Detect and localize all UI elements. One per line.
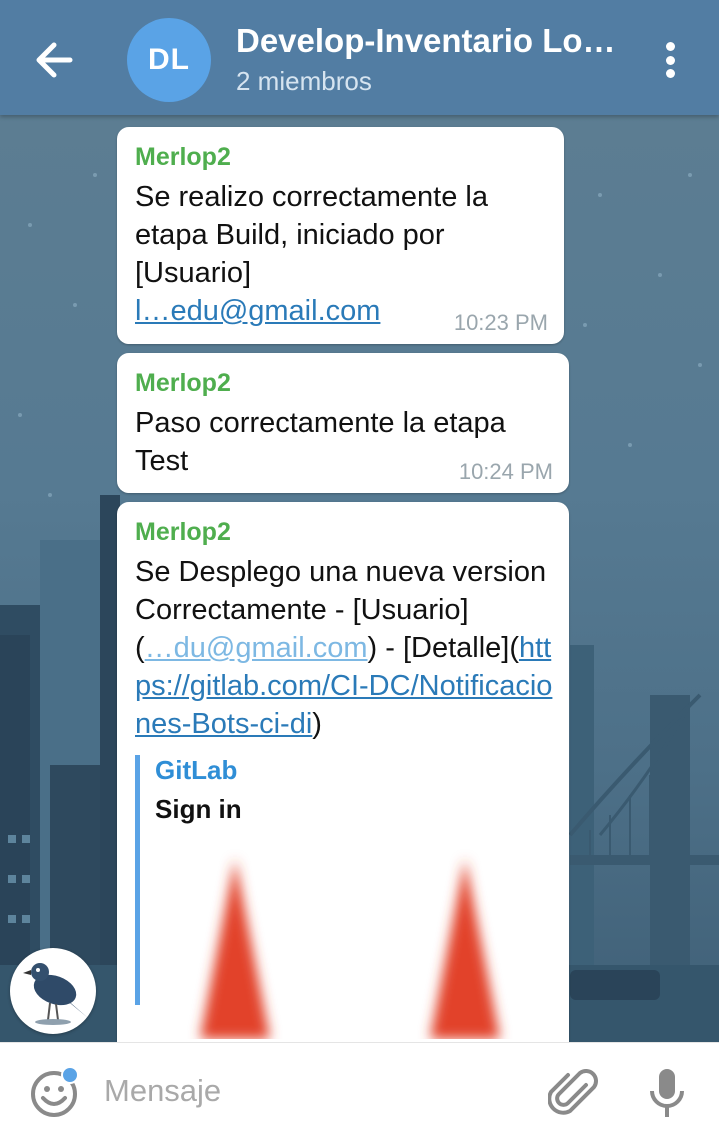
arrow-left-icon xyxy=(36,42,73,78)
gitlab-logo-image xyxy=(155,839,515,1039)
email-link[interactable]: …du@gmail.com xyxy=(145,632,368,664)
more-options-button[interactable] xyxy=(650,34,690,86)
more-vertical-icon xyxy=(665,42,675,51)
chat-title[interactable]: Develop-Inventario Lo… xyxy=(236,22,626,60)
member-count: 2 miembros xyxy=(236,66,372,96)
bot-avatar[interactable] xyxy=(10,948,96,1034)
message-bubble[interactable]: Merlop2 Se realizo correctamente la etap… xyxy=(117,127,564,344)
preview-site-name: GitLab xyxy=(155,755,238,785)
message-text: Se Desplego una nueva version Correctame… xyxy=(135,556,553,740)
email-link[interactable]: l…edu@gmail.com xyxy=(135,295,380,327)
message-input[interactable] xyxy=(104,1069,524,1113)
link-preview[interactable]: GitLab Sign in xyxy=(135,755,551,1039)
message-composer xyxy=(0,1042,719,1139)
paperclip-icon xyxy=(547,1069,598,1115)
message-bubble[interactable]: Merlop2 Se Desplego una nueva version Co… xyxy=(117,502,569,1042)
message-text: Se realizo correctamente la etapa Build,… xyxy=(135,181,488,327)
sender-name[interactable]: Merlop2 xyxy=(135,369,551,398)
sender-name[interactable]: Merlop2 xyxy=(135,518,551,547)
message-list[interactable]: Merlop2 Se realizo correctamente la etap… xyxy=(0,115,719,1042)
sender-name[interactable]: Merlop2 xyxy=(135,143,546,172)
chat-header: DL Develop-Inventario Lo… 2 miembros xyxy=(0,0,719,115)
attach-button[interactable] xyxy=(547,1065,600,1121)
message-time: 10:23 PM xyxy=(453,310,548,335)
back-button[interactable] xyxy=(24,30,84,90)
message-time: 10:24 PM xyxy=(458,459,553,484)
message-bubble[interactable]: Merlop2 Paso correctamente la etapa Test… xyxy=(117,353,569,493)
notification-dot xyxy=(61,1066,79,1084)
preview-title: Sign in xyxy=(155,794,242,824)
group-avatar[interactable]: DL xyxy=(127,18,211,102)
voice-record-button[interactable] xyxy=(646,1065,688,1121)
microphone-icon xyxy=(650,1069,684,1117)
bird-icon xyxy=(23,963,88,1025)
